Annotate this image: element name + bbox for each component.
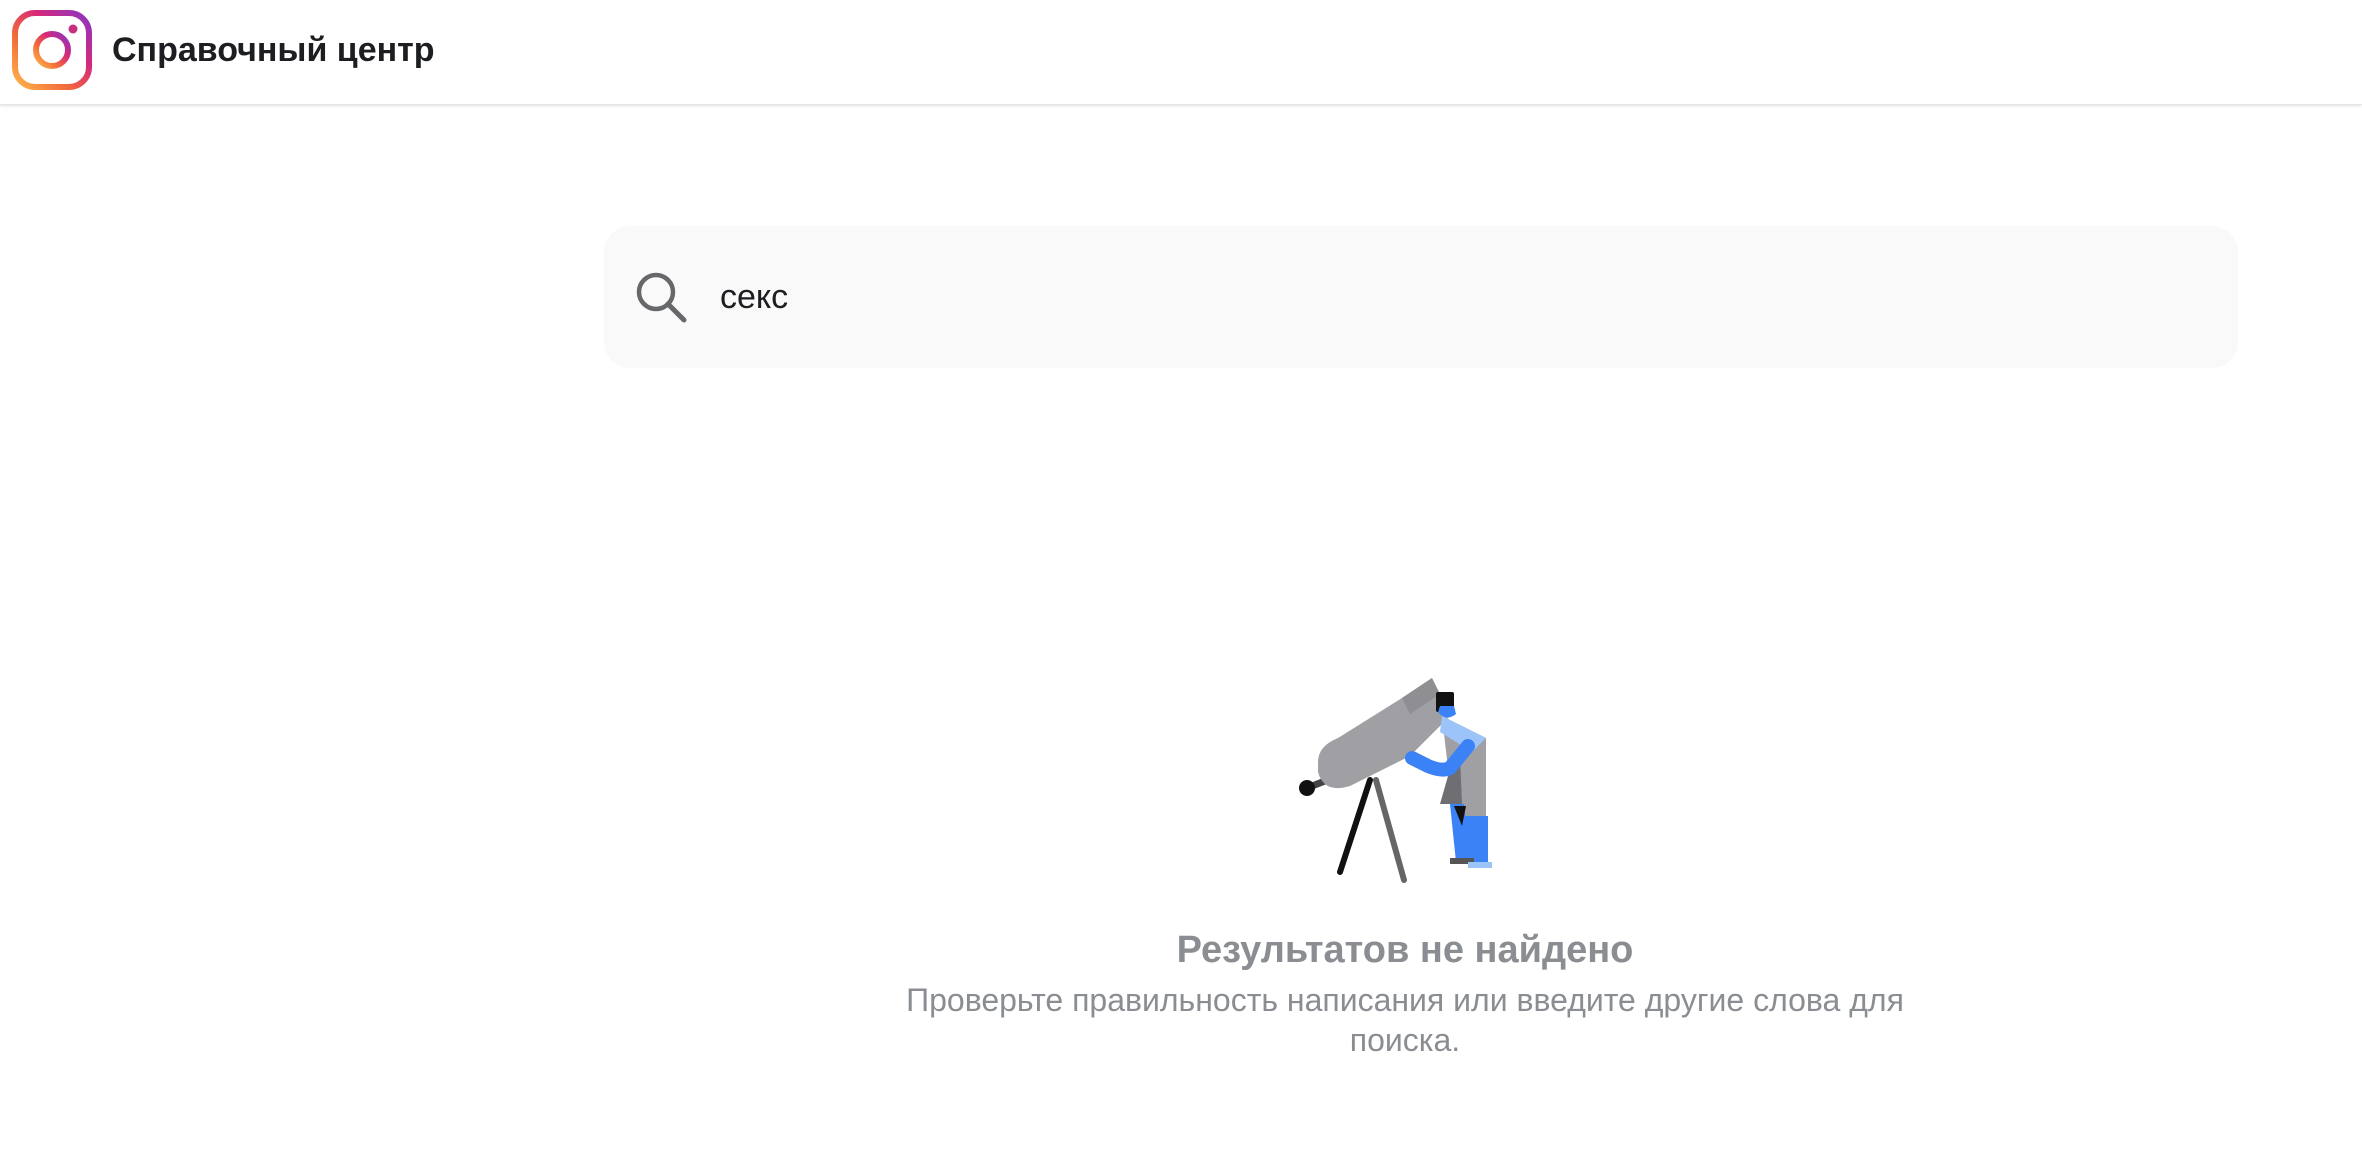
search-input[interactable] bbox=[720, 262, 2200, 332]
top-bar: Справочный центр bbox=[0, 0, 2362, 105]
instagram-logo-icon[interactable] bbox=[12, 10, 92, 90]
search-bar[interactable] bbox=[604, 226, 2238, 368]
no-results-title: Результатов не найдено bbox=[1176, 929, 1634, 971]
no-results-subtitle: Проверьте правильность написания или вве… bbox=[906, 982, 1904, 1058]
page-title[interactable]: Справочный центр bbox=[112, 30, 435, 70]
telescope-person-illustration bbox=[1299, 678, 1492, 883]
search-icon bbox=[636, 272, 687, 323]
